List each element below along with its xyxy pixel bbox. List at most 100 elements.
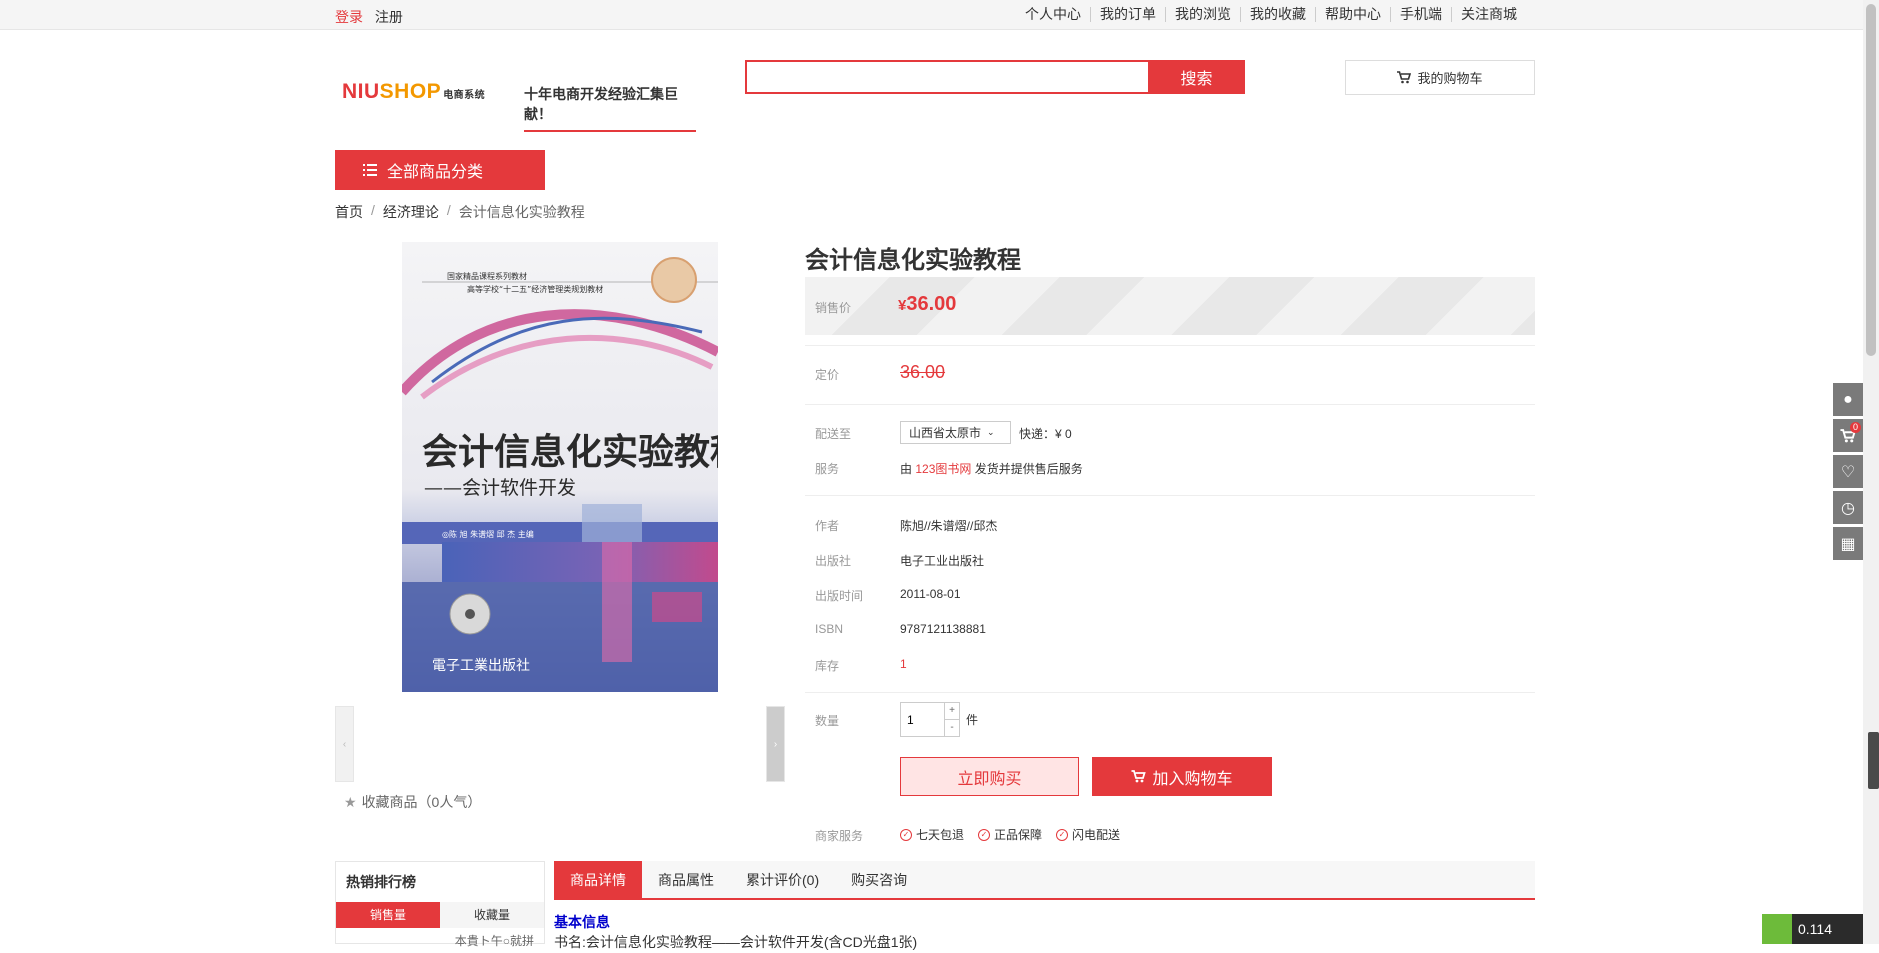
breadcrumb-separator: / <box>371 202 375 218</box>
tab-consult[interactable]: 购买咨询 <box>835 861 923 898</box>
link-help-center[interactable]: 帮助中心 <box>1315 7 1390 22</box>
buy-now-button[interactable]: 立即购买 <box>900 757 1079 796</box>
merchant-services: ✓ 七天包退 ✓ 正品保障 ✓ 闪电配送 <box>900 826 1120 843</box>
price-box: 销售价 ¥36.00 <box>805 277 1535 335</box>
search-input[interactable] <box>747 62 1148 92</box>
site-logo[interactable]: NIUSHOP 电商系统 <box>342 80 485 104</box>
tab-reviews[interactable]: 累计评价(0) <box>730 861 835 898</box>
quantity-label: 数量 <box>815 714 840 728</box>
page-scrollbar[interactable] <box>1863 0 1879 944</box>
tab-product-detail[interactable]: 商品详情 <box>554 861 642 898</box>
price-label: 销售价 <box>815 301 852 315</box>
favorite-label: 收藏商品（0人气） <box>361 794 482 810</box>
search-button[interactable]: 搜索 <box>1148 60 1245 94</box>
book-cover-image: 国家精品课程系列教材 高等学校“十二五”经济管理类规划教材 会计信息化实验教程 … <box>402 242 718 692</box>
sale-price: ¥36.00 <box>898 293 957 315</box>
toolbar-history[interactable]: ◷ <box>1833 491 1863 524</box>
hot-ranking-panel: 热销排行榜 销售量 收藏量 本貴ト午○就拼 <box>335 861 545 948</box>
speed-value: 0.114 <box>1798 921 1832 937</box>
link-user-center[interactable]: 个人中心 <box>1016 7 1090 22</box>
link-my-orders[interactable]: 我的订单 <box>1090 7 1165 22</box>
login-link[interactable]: 登录 <box>335 9 363 25</box>
cart-count-badge: 0 <box>1850 422 1861 433</box>
thumb-prev-button[interactable]: ‹ <box>335 706 354 782</box>
toolbar-cart[interactable]: 0 <box>1833 419 1863 452</box>
cover-series-2: 高等学校“十二五”经济管理类规划教材 <box>467 284 603 294</box>
tab-product-attributes[interactable]: 商品属性 <box>642 861 730 898</box>
service-item: ✓ 闪电配送 <box>1056 826 1120 843</box>
stock-label: 库存 <box>815 659 840 673</box>
service-item: ✓ 正品保障 <box>978 826 1042 843</box>
link-my-favorites[interactable]: 我的收藏 <box>1240 7 1315 22</box>
cover-publisher: 電子工業出版社 <box>432 658 530 674</box>
cover-authors: ◎陈 旭 朱谱熠 邱 杰 主编 <box>442 529 534 539</box>
quantity-unit: 件 <box>966 713 979 727</box>
link-my-history[interactable]: 我的浏览 <box>1165 7 1240 22</box>
merchant-service-label: 商家服务 <box>815 829 864 843</box>
thumbnail-strip: ‹ › <box>335 706 785 782</box>
thumb-next-button[interactable]: › <box>766 706 785 782</box>
chevron-down-icon: ⌄ <box>987 427 995 437</box>
publisher-label: 出版社 <box>815 554 852 568</box>
edge-handle[interactable] <box>1868 732 1879 789</box>
link-follow-store[interactable]: 关注商城 <box>1451 7 1526 22</box>
clock-icon: ◷ <box>1841 499 1855 517</box>
cover-subtitle: ——会计软件开发 <box>424 477 576 499</box>
pubdate-value: 2011-08-01 <box>900 587 961 601</box>
favorite-product-button[interactable]: ★ 收藏商品（0人气） <box>344 792 481 812</box>
original-price: 36.00 <box>900 362 946 382</box>
my-cart-button[interactable]: 我的购物车 <box>1345 60 1535 95</box>
scrollbar-thumb[interactable] <box>1866 4 1876 356</box>
stock-value: 1 <box>900 657 907 671</box>
add-to-cart-button[interactable]: 加入购物车 <box>1092 757 1272 796</box>
breadcrumb-category[interactable]: 经济理论 <box>383 202 439 222</box>
isbn-value: 9787121138881 <box>900 622 986 636</box>
divider <box>805 495 1535 496</box>
list-item[interactable]: 本貴ト午○就拼 <box>336 928 544 953</box>
right-toolbar: ● 0 ♡ ◷ ▦ <box>1833 383 1863 563</box>
detail-line: 书名:会计信息化实验教程——会计软件开发(含CD光盘1张) <box>554 934 918 950</box>
check-circle-icon: ✓ <box>1056 828 1069 841</box>
product-main-image[interactable]: 国家精品课程系列教材 高等学校“十二五”经济管理类规划教材 会计信息化实验教程 … <box>402 242 718 692</box>
store-link[interactable]: 123图书网 <box>915 462 971 476</box>
speed-widget: 0.114 <box>1762 914 1863 944</box>
top-bar: 登录 注册 个人中心 我的订单 我的浏览 我的收藏 帮助中心 手机端 关注商城 <box>0 0 1863 30</box>
quantity-increase-button[interactable]: + <box>945 703 959 719</box>
toolbar-user[interactable]: ● <box>1833 383 1863 416</box>
breadcrumb-home[interactable]: 首页 <box>335 202 363 222</box>
author-value: 陈旭//朱谱熠//邱杰 <box>900 519 998 533</box>
all-categories-button[interactable]: 全部商品分类 <box>335 150 545 190</box>
tab-sales[interactable]: 销售量 <box>336 902 440 928</box>
check-circle-icon: ✓ <box>900 828 912 841</box>
service-info: 由 123图书网 发货并提供售后服务 <box>900 462 1083 476</box>
toolbar-qrcode[interactable]: ▦ <box>1833 527 1863 560</box>
qrcode-icon: ▦ <box>1840 535 1856 553</box>
chevron-left-icon: ‹ <box>342 738 347 750</box>
quantity-decrease-button[interactable]: - <box>945 719 959 736</box>
star-icon: ★ <box>344 793 357 810</box>
isbn-label: ISBN <box>815 622 844 636</box>
region-select[interactable]: 山西省太原市 ⌄ <box>900 421 1011 444</box>
service-item: ✓ 七天包退 <box>900 826 964 843</box>
chevron-right-icon: › <box>773 738 778 750</box>
divider <box>805 345 1535 346</box>
user-icon: ● <box>1843 390 1853 408</box>
author-label: 作者 <box>815 519 840 533</box>
toolbar-favorites[interactable]: ♡ <box>1833 455 1863 488</box>
product-title: 会计信息化实验教程 <box>805 247 1021 274</box>
my-cart-label: 我的购物车 <box>1417 71 1483 86</box>
divider <box>805 692 1535 693</box>
breadcrumb-current: 会计信息化实验教程 <box>458 204 585 220</box>
quantity-input[interactable] <box>901 703 944 736</box>
register-link[interactable]: 注册 <box>375 9 403 25</box>
ship-to-label: 配送至 <box>815 427 852 441</box>
tab-favorites[interactable]: 收藏量 <box>440 902 544 928</box>
breadcrumb: 首页 / 经济理论 / 会计信息化实验教程 <box>335 202 585 222</box>
speed-icon <box>1762 914 1792 944</box>
search-bar: 搜索 <box>745 60 1245 94</box>
add-to-cart-label: 加入购物车 <box>1152 770 1233 788</box>
heart-icon: ♡ <box>1840 463 1856 481</box>
link-mobile[interactable]: 手机端 <box>1390 7 1451 22</box>
divider <box>805 404 1535 405</box>
list-icon <box>363 164 377 176</box>
